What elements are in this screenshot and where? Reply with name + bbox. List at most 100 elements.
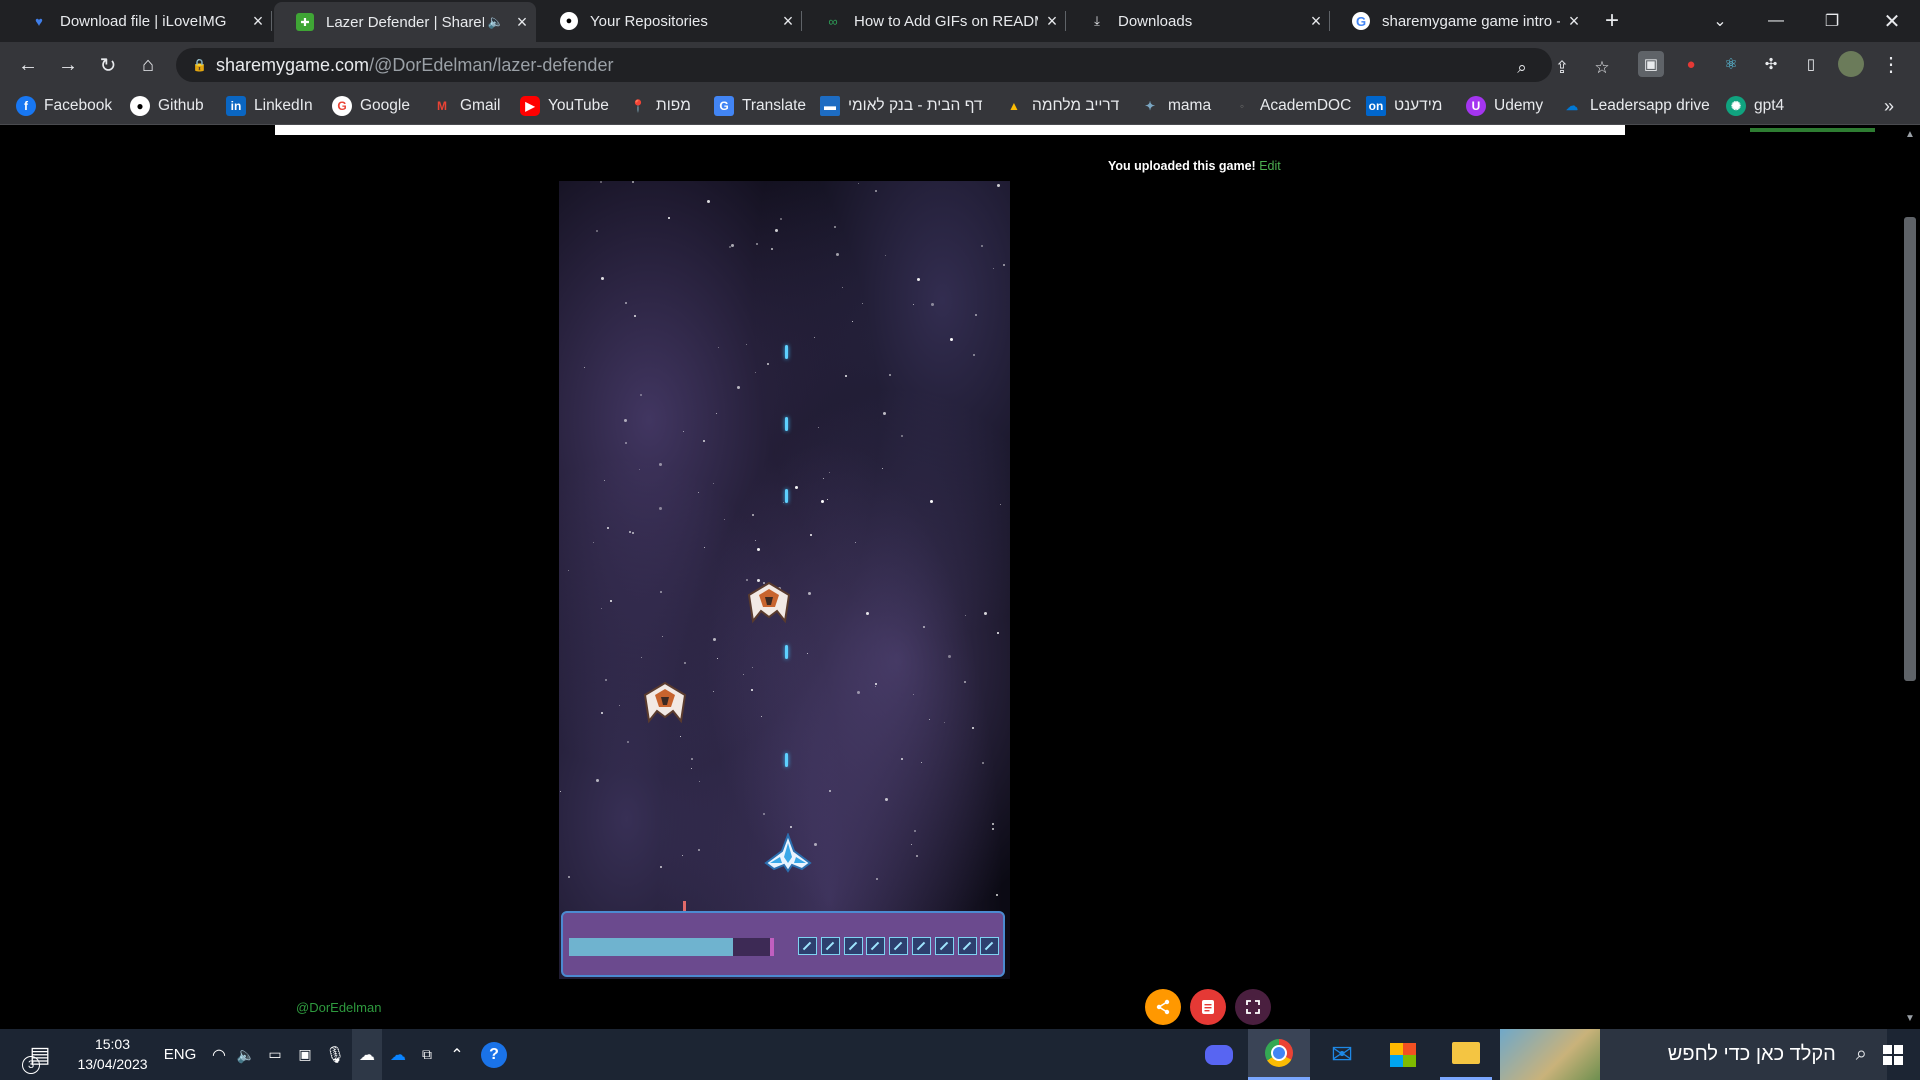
minimize-button[interactable]: —: [1748, 0, 1804, 42]
report-button[interactable]: [1190, 989, 1226, 1025]
ammo-cell: [980, 937, 1000, 955]
author-link[interactable]: @DorEdelman: [296, 1000, 381, 1015]
store-app[interactable]: [1378, 1029, 1428, 1080]
store-icon: [1390, 1042, 1416, 1067]
youtube-icon: ▶: [520, 96, 540, 116]
help-icon[interactable]: ?: [478, 1029, 510, 1080]
tab-iloveimg[interactable]: ♥ Download file | iLoveIMG ×: [8, 0, 272, 42]
enemy-ship: [643, 681, 687, 724]
tab-repositories[interactable]: ● Your Repositories ×: [538, 0, 802, 42]
bookmark-midanet[interactable]: on מידענט: [1366, 95, 1442, 117]
scroll-up-icon[interactable]: ▲: [1904, 129, 1916, 143]
language-indicator[interactable]: ENG: [162, 1029, 198, 1080]
bookmark-star-icon[interactable]: ☆: [1590, 56, 1614, 80]
on-icon: on: [1366, 96, 1386, 116]
bookmark-github[interactable]: ● Github: [130, 95, 204, 117]
close-window-button[interactable]: ✕: [1864, 0, 1920, 42]
show-hidden-icons[interactable]: ⌃: [444, 1029, 470, 1080]
url-text[interactable]: sharemygame.com/@DorEdelman/lazer-defend…: [216, 55, 613, 76]
notification-center[interactable]: ▤ 3: [20, 1029, 60, 1080]
file-explorer-app[interactable]: [1440, 1029, 1492, 1080]
bookmark-gpt4[interactable]: ✺ gpt4: [1726, 95, 1784, 117]
close-tab-icon[interactable]: ×: [1038, 11, 1066, 32]
profile-avatar[interactable]: [1838, 51, 1864, 77]
bookmark-udemy[interactable]: U Udemy: [1466, 95, 1543, 117]
extension-badge-icon[interactable]: ●: [1678, 51, 1704, 77]
bookmark-translate[interactable]: G Translate: [714, 95, 806, 117]
bookmark-linkedin[interactable]: in LinkedIn: [226, 95, 313, 117]
onedrive-personal-icon[interactable]: ☁: [352, 1029, 382, 1080]
extension-icon[interactable]: ▣: [1638, 51, 1664, 77]
close-tab-icon[interactable]: ×: [1302, 11, 1330, 32]
mail-app[interactable]: ✉: [1318, 1029, 1366, 1080]
microphone-icon[interactable]: 🎙: [322, 1029, 348, 1080]
clock[interactable]: 15:03 13/04/2023: [70, 1034, 155, 1074]
ammo-cell: [866, 937, 886, 955]
side-panel-icon[interactable]: ▯: [1798, 51, 1824, 77]
scroll-down-icon[interactable]: ▼: [1904, 1013, 1916, 1027]
bookmark-academdoc[interactable]: ◦ AcademDOC: [1232, 95, 1351, 117]
zoom-icon[interactable]: ⌕: [1510, 56, 1534, 80]
fullscreen-button[interactable]: [1235, 989, 1271, 1025]
github-icon: ●: [130, 96, 150, 116]
download-icon: ⤓: [1094, 13, 1100, 28]
address-bar[interactable]: 🔒 sharemygame.com/@DorEdelman/lazer-defe…: [176, 48, 1610, 82]
onedrive-business-icon[interactable]: ☁: [384, 1029, 412, 1080]
close-tab-icon[interactable]: ×: [244, 11, 272, 32]
bookmark-leadersapp[interactable]: ☁ Leadersapp drive: [1562, 95, 1710, 117]
folder-icon: [1452, 1042, 1480, 1064]
reload-button[interactable]: ↻: [92, 49, 124, 81]
close-tab-icon[interactable]: ×: [774, 11, 802, 32]
meet-now-icon[interactable]: ⧉: [414, 1029, 440, 1080]
back-button[interactable]: ←: [12, 49, 44, 81]
tab-readme-gifs[interactable]: ∞ How to Add GIFs on READM ×: [802, 0, 1066, 42]
bookmark-drive[interactable]: ▲ דרייב מלחמה: [1004, 95, 1119, 117]
react-devtools-icon[interactable]: ⚛: [1718, 51, 1744, 77]
bookmark-facebook[interactable]: f Facebook: [16, 95, 112, 117]
windows-taskbar: ▤ 3 15:03 13/04/2023 ENG ◠ 🔈 ▭ ▣ 🎙 ☁ ☁ ⧉…: [0, 1029, 1920, 1080]
home-button[interactable]: ⌂: [132, 49, 164, 81]
bookmark-maps[interactable]: 📍 מפות: [628, 95, 691, 117]
chrome-app[interactable]: [1248, 1029, 1310, 1080]
start-button[interactable]: [1866, 1029, 1920, 1080]
tab-downloads[interactable]: ⤓ Downloads ×: [1066, 0, 1330, 42]
volume-icon[interactable]: 🔈: [234, 1029, 258, 1080]
discord-app[interactable]: [1198, 1029, 1240, 1080]
page-header-strip: [275, 125, 1875, 135]
readme-icon: ∞: [828, 13, 838, 29]
edit-link[interactable]: Edit: [1259, 159, 1281, 173]
close-tab-icon[interactable]: ×: [508, 12, 536, 33]
tab-strip: ♥ Download file | iLoveIMG × ✚ Lazer Def…: [0, 0, 1920, 42]
bookmark-gmail[interactable]: M Gmail: [432, 95, 500, 117]
ammo-cell: [957, 937, 977, 955]
share-page-icon[interactable]: ⇪: [1550, 56, 1574, 80]
tab-lazer-defender[interactable]: ✚ Lazer Defender | ShareM 🔈 ×: [274, 2, 536, 42]
new-tab-button[interactable]: +: [1584, 0, 1640, 42]
more-bookmarks-button[interactable]: »: [1884, 95, 1894, 117]
bookmark-google[interactable]: G Google: [332, 95, 410, 117]
restore-button[interactable]: ❐: [1804, 0, 1860, 42]
lock-icon[interactable]: 🔒: [192, 58, 207, 72]
bookmark-mama[interactable]: ✦ mama: [1140, 95, 1211, 117]
scroll-thumb[interactable]: [1904, 217, 1916, 681]
taskbar-search[interactable]: הקלד כאן כדי לחפש ⌕: [1500, 1029, 1887, 1080]
battery-icon[interactable]: ▭: [262, 1029, 288, 1080]
display-icon[interactable]: ▣: [292, 1029, 318, 1080]
fullscreen-icon: [1246, 1000, 1260, 1014]
health-bar: [569, 938, 774, 956]
page-content: You uploaded this game! Edit @DorEdelman: [0, 125, 1900, 1029]
share-button[interactable]: [1145, 989, 1181, 1025]
forward-button[interactable]: →: [52, 49, 84, 81]
audio-playing-icon[interactable]: 🔈: [488, 14, 504, 30]
clock-time: 15:03: [94, 1036, 131, 1052]
page-scrollbar[interactable]: ▲ ▼: [1900, 125, 1920, 1029]
bookmark-bank[interactable]: ▬ דף הבית - בנק לאומי: [820, 95, 982, 117]
gmail-icon: M: [437, 99, 447, 113]
game-canvas[interactable]: [559, 181, 1010, 979]
tab-google-search[interactable]: G sharemygame game intro - ×: [1330, 0, 1588, 42]
tab-search-icon[interactable]: ⌄: [1692, 0, 1748, 42]
extensions-puzzle-icon[interactable]: ✣: [1758, 51, 1784, 77]
menu-kebab-icon[interactable]: ⋮: [1878, 51, 1904, 77]
bookmark-youtube[interactable]: ▶ YouTube: [520, 95, 609, 117]
wifi-icon[interactable]: ◠: [206, 1029, 232, 1080]
